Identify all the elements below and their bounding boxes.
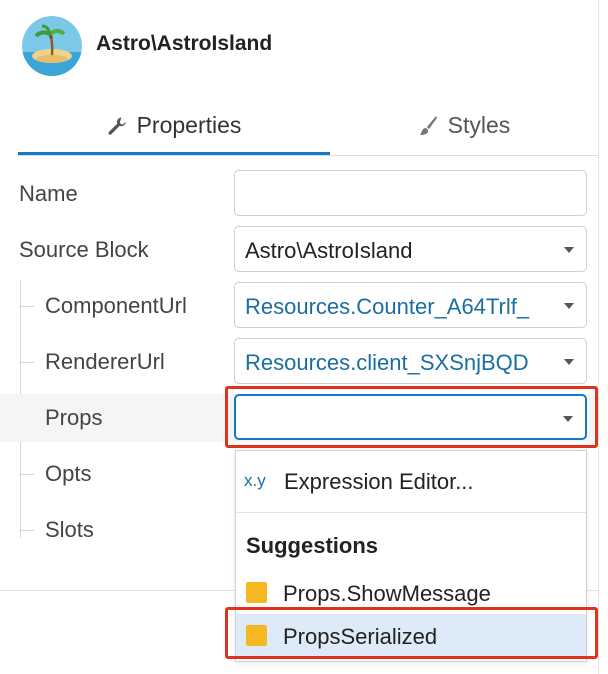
name-input[interactable] (234, 170, 587, 216)
props-label: Props (45, 405, 103, 430)
page-title: Astro\AstroIsland (96, 32, 273, 55)
variable-icon (246, 582, 267, 603)
highlight-box-props (225, 386, 598, 448)
expression-editor-label: Expression Editor... (284, 469, 474, 494)
tree-connector-branch (20, 474, 34, 475)
tab-styles[interactable]: Styles (330, 96, 598, 155)
caret-down-icon (564, 359, 574, 365)
active-tab-indicator (18, 152, 330, 155)
renderer-url-value: Resources.client_SXSnjBQD (245, 350, 529, 375)
tab-bar: Properties Styles (18, 96, 598, 156)
wrench-icon (107, 116, 127, 136)
renderer-url-label: RendererUrl (45, 349, 165, 374)
tree-connector-branch (20, 530, 34, 531)
expression-editor-item[interactable]: x.y Expression Editor... (236, 451, 586, 513)
suggestions-heading: Suggestions (246, 533, 379, 558)
tab-properties-label: Properties (136, 112, 242, 138)
source-block-select[interactable]: Astro\AstroIsland (234, 226, 587, 272)
source-block-label: Source Block (19, 237, 149, 262)
tab-styles-label: Styles (447, 112, 511, 138)
tree-connector-branch (20, 306, 34, 307)
header: Astro\AstroIsland (0, 0, 598, 92)
name-label: Name (19, 181, 78, 206)
renderer-url-select[interactable]: Resources.client_SXSnjBQD (234, 338, 587, 384)
component-url-select[interactable]: Resources.Counter_A64Trlf_ (234, 282, 587, 328)
panel-right-border (598, 0, 599, 674)
suggestion-label: Props.ShowMessage (283, 581, 491, 606)
caret-down-icon (564, 303, 574, 309)
expression-icon: x.y (244, 471, 266, 490)
tab-properties[interactable]: Properties (18, 96, 330, 155)
component-url-label: ComponentUrl (45, 293, 187, 318)
island-icon (22, 16, 82, 76)
source-block-value: Astro\AstroIsland (245, 238, 413, 263)
brush-icon (418, 115, 438, 137)
highlight-box-suggestion (225, 607, 598, 659)
component-url-value: Resources.Counter_A64Trlf_ (245, 294, 530, 319)
caret-down-icon (564, 247, 574, 253)
tree-connector-branch (20, 362, 34, 363)
opts-label: Opts (45, 461, 92, 486)
slots-label: Slots (45, 517, 94, 542)
